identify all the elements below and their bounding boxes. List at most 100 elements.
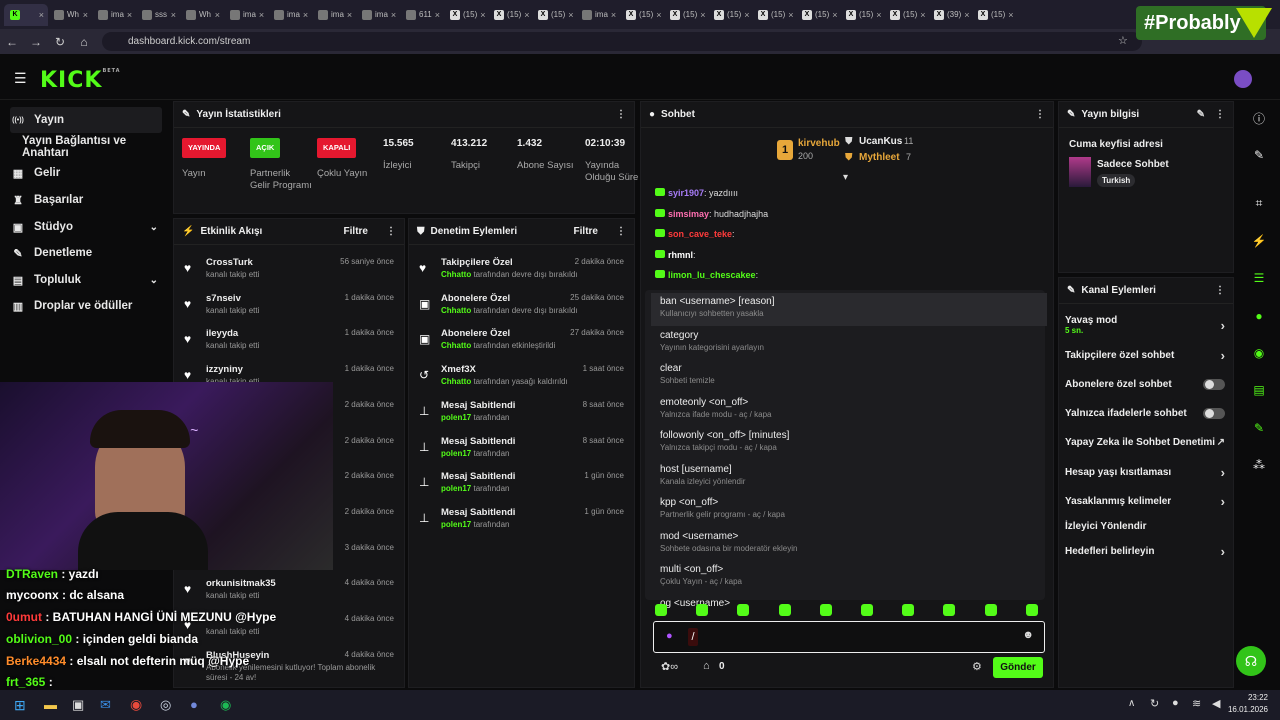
command-suggestion[interactable]: category Yayının kategorisini ayarlayın (651, 327, 1047, 360)
back-icon[interactable]: ← (0, 35, 24, 49)
spotify-icon[interactable]: ◉ (220, 697, 231, 713)
discord-icon[interactable]: ● (190, 697, 198, 712)
emote-icon[interactable] (943, 604, 956, 616)
tab-close-icon[interactable]: × (480, 10, 485, 20)
browser-tab[interactable]: ima × (576, 4, 620, 26)
browser-tab[interactable]: X (15) × (708, 4, 752, 26)
browser-tab[interactable]: X (15) × (444, 4, 488, 26)
browser-tab[interactable]: X (15) × (620, 4, 664, 26)
crop-icon[interactable]: ⌗ (1240, 190, 1278, 216)
browser-tab[interactable]: Wh × (48, 4, 92, 26)
browser-tab[interactable]: ima × (92, 4, 136, 26)
channel-action-item[interactable]: İzleyici Yönlendir (1065, 512, 1229, 540)
tab-close-icon[interactable]: × (127, 10, 132, 20)
command-suggestion[interactable]: clear Sohbeti temizle (651, 360, 1047, 393)
browser-tab[interactable]: Wh × (180, 4, 224, 26)
mic-icon[interactable]: ● (666, 630, 673, 642)
command-suggestion[interactable]: kpp <on_off> Partnerlik gelir programı - … (651, 494, 1047, 527)
activity-username[interactable]: izzyniny (206, 364, 243, 375)
avatar[interactable] (1234, 70, 1252, 88)
activity-username[interactable]: CrossTurk (206, 257, 253, 268)
browser-tab[interactable]: ima × (268, 4, 312, 26)
command-suggestion[interactable]: host [username] Kanala izleyici yönlendir (651, 461, 1047, 494)
tag-badge[interactable]: Turkish (1097, 174, 1136, 187)
nav-item[interactable]: ▣ Stüdyo ⌄ (10, 214, 162, 240)
tab-close-icon[interactable]: × (1008, 10, 1013, 20)
browser-tab[interactable]: X (15) × (796, 4, 840, 26)
browser-tab[interactable]: X (15) × (752, 4, 796, 26)
emoji-icon[interactable]: ☻ (1022, 629, 1034, 641)
emote-icon[interactable] (737, 604, 750, 616)
info-icon[interactable]: ⓘ (1240, 105, 1278, 131)
activity-username[interactable]: orkunisitmak35 (206, 578, 276, 589)
emote-icon[interactable] (778, 604, 791, 616)
more-menu-icon[interactable]: ⋮ (1035, 109, 1045, 120)
reload-icon[interactable]: ↻ (48, 35, 72, 49)
tray-sync-icon[interactable]: ↻ (1150, 697, 1159, 710)
emote-icon[interactable] (984, 604, 997, 616)
command-suggestion[interactable]: ban <username> [reason] Kullanıcıyı sohbe… (651, 293, 1047, 326)
table-icon[interactable]: ▤ (1240, 377, 1278, 403)
browser-tab[interactable]: 611 × (400, 4, 444, 26)
moderator-name[interactable]: Chhatto (441, 270, 471, 279)
toggle-switch[interactable] (1203, 407, 1225, 419)
emote-icon[interactable] (696, 604, 709, 616)
browser-tab[interactable]: X (15) × (488, 4, 532, 26)
moderator-name[interactable]: Chhatto (441, 341, 471, 350)
emote-icon[interactable] (819, 604, 832, 616)
channel-action-item[interactable]: Yasaklanmış kelimeler › (1065, 487, 1229, 515)
emote-icon[interactable] (861, 604, 873, 616)
more-menu-icon[interactable]: ⋮ (616, 109, 626, 120)
moderator-name[interactable]: polen17 (441, 449, 471, 458)
leader-name[interactable]: UcanKus (859, 136, 902, 147)
tab-close-icon[interactable]: × (215, 10, 220, 20)
more-menu-icon[interactable]: ⋮ (386, 226, 396, 237)
chat-username[interactable]: rhmnl (668, 250, 693, 260)
emote-icon[interactable] (902, 604, 915, 616)
browser-tab[interactable]: X (15) × (840, 4, 884, 26)
tab-close-icon[interactable]: × (964, 10, 969, 20)
more-menu-icon[interactable]: ⋮ (616, 226, 626, 237)
browser-tab[interactable]: X (15) × (532, 4, 576, 26)
tab-close-icon[interactable]: × (39, 10, 44, 20)
chat-input[interactable]: / (688, 628, 698, 646)
forward-icon[interactable]: → (24, 35, 48, 49)
browser-tab[interactable]: K × (4, 3, 48, 26)
channel-action-item[interactable]: Yalnızca ifadelerle sohbet (1065, 399, 1229, 427)
bookmark-star-icon[interactable]: ☆ (1118, 34, 1128, 47)
tab-close-icon[interactable]: × (744, 10, 749, 20)
points-icon[interactable]: ✿∞ (661, 660, 678, 673)
emote-icon[interactable] (655, 604, 667, 616)
tab-close-icon[interactable]: × (656, 10, 661, 20)
chrome-icon[interactable]: ◉ (130, 696, 142, 713)
browser-tab[interactable]: ima × (356, 4, 400, 26)
apps-icon[interactable]: ⁂ (1240, 452, 1278, 478)
more-menu-icon[interactable]: ⋮ (1215, 109, 1225, 120)
tab-close-icon[interactable]: × (171, 10, 176, 20)
wifi-icon[interactable]: ≋ (1192, 697, 1201, 710)
wrench-icon[interactable]: ✎ (1240, 415, 1278, 441)
tab-close-icon[interactable]: × (391, 10, 396, 20)
steam-icon[interactable]: ◎ (160, 697, 171, 713)
hamburger-menu-icon[interactable]: ☰ (14, 70, 27, 87)
browser-tab[interactable]: sss × (136, 4, 180, 26)
toggle-switch[interactable] (1203, 378, 1225, 390)
category-name[interactable]: Sadece Sohbet (1097, 159, 1169, 170)
nav-item[interactable]: ♜ Başarılar (10, 187, 162, 213)
folder-icon[interactable]: ▬ (44, 697, 57, 712)
nav-item[interactable]: ▦ Gelir (10, 160, 162, 186)
moderator-name[interactable]: polen17 (441, 413, 471, 422)
browser-tab[interactable]: X (15) × (972, 4, 1016, 26)
tab-close-icon[interactable]: × (788, 10, 793, 20)
url-input[interactable]: dashboard.kick.com/stream (102, 32, 1142, 51)
windows-start-icon[interactable]: ⊞ (14, 697, 26, 714)
tab-close-icon[interactable]: × (568, 10, 573, 20)
list-icon[interactable]: ☰ (1240, 265, 1278, 291)
channel-action-item[interactable]: Takipçilere özel sohbet › (1065, 341, 1229, 369)
settings-gear-icon[interactable]: ⚙ (972, 660, 982, 673)
tab-close-icon[interactable]: × (303, 10, 308, 20)
chat-username[interactable]: son_cave_teke (668, 229, 732, 239)
kick-logo[interactable]: KICKBETA (40, 68, 121, 93)
browser-tab[interactable]: ima × (224, 4, 268, 26)
tab-close-icon[interactable]: × (524, 10, 529, 20)
